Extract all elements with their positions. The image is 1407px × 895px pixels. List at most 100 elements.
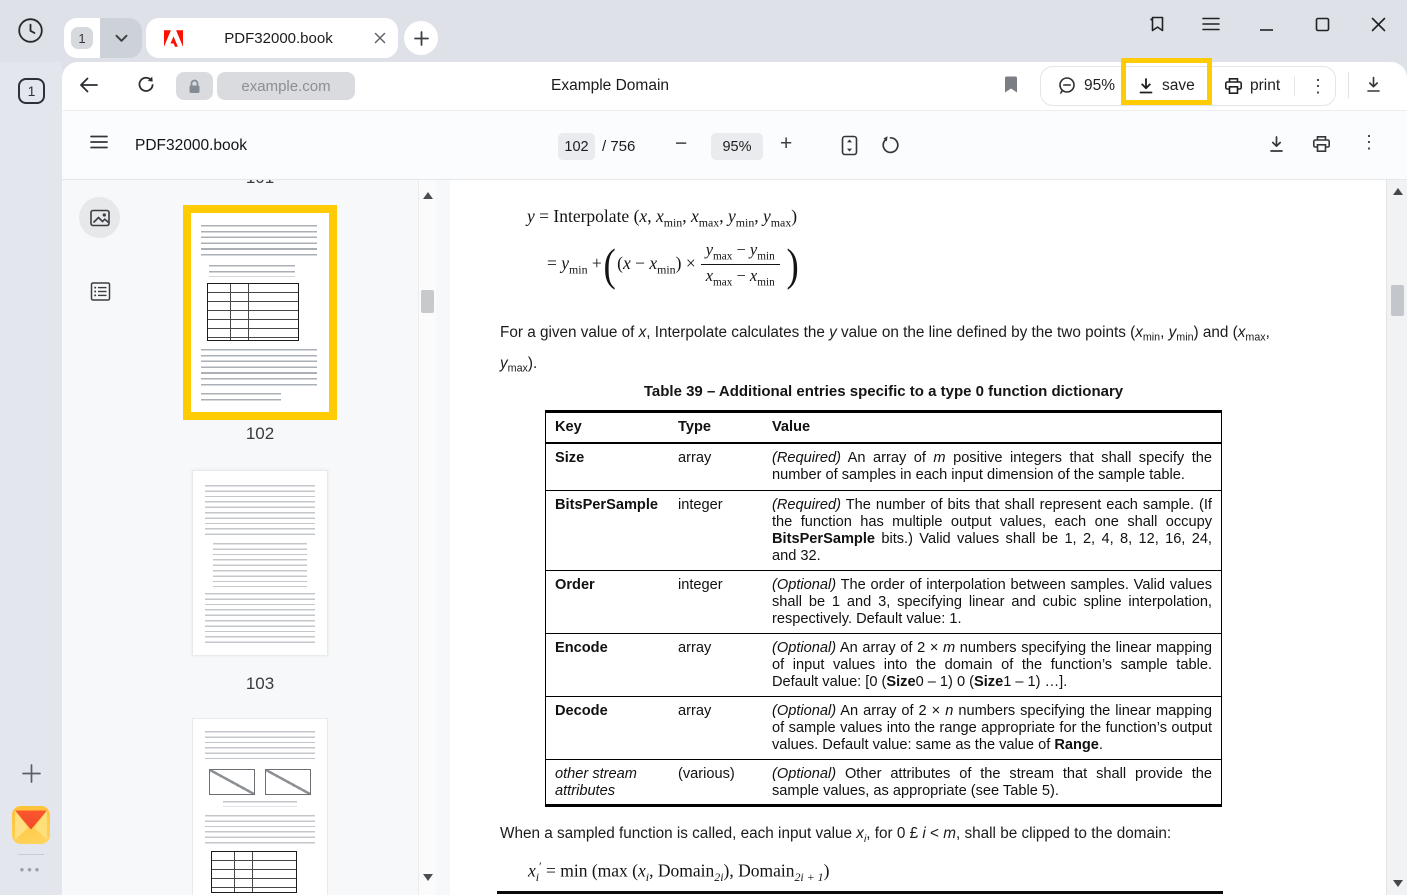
print-button[interactable]: print: [1224, 67, 1280, 105]
cell-key: Order: [546, 571, 669, 633]
main-scrollbar-thumb[interactable]: [1391, 285, 1404, 316]
header-type: Type: [669, 413, 763, 442]
zoom-in-icon[interactable]: +: [780, 133, 792, 154]
cell-value: (Required) The number of bits that shall…: [763, 491, 1221, 570]
back-arrow-icon[interactable]: [78, 75, 99, 95]
thumbnail-page-103[interactable]: [192, 470, 328, 656]
save-button[interactable]: save: [1137, 67, 1195, 105]
pdf-actions-pill: 95% save print ⋮: [1040, 66, 1336, 106]
pdf-menu-icon[interactable]: [90, 135, 108, 149]
thumbnail-diagram: [265, 769, 311, 795]
thumbnail-scrollbar-thumb[interactable]: [421, 290, 434, 313]
page-total: / 756: [602, 111, 635, 181]
rotate-icon[interactable]: [880, 135, 901, 156]
header-value: Value: [763, 413, 1221, 442]
formula-part: (x − xmin) ×: [617, 253, 696, 278]
print-label: print: [1250, 77, 1280, 95]
thumbnail-label-102: 102: [183, 424, 337, 444]
cell-type: integer: [669, 571, 763, 633]
history-clock-icon[interactable]: [17, 17, 44, 49]
pdf-print-icon[interactable]: [1312, 135, 1331, 153]
downloads-icon[interactable]: [1364, 75, 1383, 94]
formula-interpolate: y = Interpolate (x, xmin, xmax, ymin, ym…: [527, 206, 797, 231]
thumbnail-page-102-active[interactable]: [183, 205, 337, 420]
tab-title: PDF32000.book: [183, 30, 374, 47]
clipped-text-fragment: notation:: [500, 180, 558, 184]
tab-pdf32000[interactable]: PDF32000.book: [146, 18, 398, 58]
navbar-divider: [1348, 72, 1349, 98]
main-scrollbar[interactable]: [1386, 180, 1407, 895]
table-header-row: Key Type Value: [546, 413, 1221, 444]
tab-strip: 1 PDF32000.book: [0, 0, 1407, 62]
table-row: Order integer (Optional) The order of in…: [546, 570, 1221, 633]
pdf-toolbar: PDF32000.book 102 / 756 − 95% + ⋮: [62, 110, 1407, 180]
browser-menu-icon[interactable]: [1199, 12, 1223, 36]
pill-separator: [1294, 76, 1295, 96]
table-row: Size array (Required) An array of m posi…: [546, 444, 1221, 490]
pdf-download-icon[interactable]: [1267, 135, 1286, 154]
formula-clip: xi′ = min (max (xi, Domain2i), Domain2i …: [528, 850, 829, 894]
thumbnail-page-104[interactable]: [192, 718, 328, 895]
address-bar: example.com Example Domain 95% save prin…: [62, 62, 1407, 110]
formula-part: = ymin +: [547, 253, 602, 278]
thumbnail-text-lines: [213, 543, 307, 587]
tab-group-count: 1: [64, 18, 100, 58]
reload-icon[interactable]: [136, 75, 156, 95]
table-caption: Table 39 – Additional entries specific t…: [545, 383, 1222, 400]
scroll-down-icon[interactable]: [423, 874, 433, 881]
cell-value: (Optional) An array of 2 × m numbers spe…: [763, 634, 1221, 696]
cell-type: (various): [669, 760, 763, 804]
tab-count-badge[interactable]: 1: [18, 78, 45, 104]
cell-key: Encode: [546, 634, 669, 696]
sidebar-more-icon[interactable]: •••: [0, 862, 62, 877]
yandex-mail-icon[interactable]: [12, 806, 50, 844]
browser-window: 1 PDF32000.book: [0, 0, 1407, 895]
thumbnail-text-lines: [201, 393, 281, 403]
maximize-icon[interactable]: [1310, 12, 1334, 36]
minimize-icon[interactable]: [1254, 12, 1278, 36]
sidebar-divider: [18, 854, 44, 855]
tab-group-control[interactable]: 1: [64, 18, 142, 58]
page-title: Example Domain: [450, 62, 770, 110]
cell-key: other stream attributes: [546, 760, 669, 804]
pdf-page-view: notation: y = Interpolate (x, xmin, xmax…: [450, 180, 1386, 895]
new-tab-button[interactable]: [404, 21, 438, 55]
scroll-up-icon[interactable]: [423, 192, 433, 199]
table-row: Decode array (Optional) An array of 2 × …: [546, 696, 1221, 759]
outline-view-icon[interactable]: [89, 280, 112, 308]
close-icon[interactable]: [1366, 12, 1390, 36]
zoom-out-icon[interactable]: −: [675, 133, 687, 154]
tab-close-icon[interactable]: [374, 32, 386, 44]
pdf-more-icon[interactable]: ⋮: [1309, 67, 1327, 105]
thumbnail-scrollbar[interactable]: [418, 180, 436, 895]
thumbnail-text-lines: [223, 801, 297, 807]
next-block-top-border: [497, 891, 1223, 894]
thumbnail-text-lines: [201, 349, 317, 387]
url-text: example.com: [228, 78, 343, 95]
cell-type: array: [669, 697, 763, 759]
cell-key: Size: [546, 444, 669, 490]
header-key: Key: [546, 413, 669, 442]
thumbnail-label-103: 103: [183, 674, 337, 694]
thumbnails-view-icon[interactable]: [79, 197, 120, 238]
bookmark-icon[interactable]: [1003, 75, 1019, 94]
cell-type: integer: [669, 491, 763, 570]
thumbnail-text-lines: [205, 485, 315, 537]
cell-type: array: [669, 634, 763, 696]
sidebar-add-icon[interactable]: [21, 763, 42, 789]
tab-group-badge: 1: [71, 27, 93, 49]
chevron-down-icon[interactable]: [100, 18, 142, 58]
lock-icon[interactable]: [176, 72, 213, 100]
zoom-indicator[interactable]: 95%: [1057, 67, 1115, 105]
collections-flag-icon[interactable]: [1145, 12, 1169, 36]
pdf-toolbar-more-icon[interactable]: ⋮: [1360, 133, 1378, 151]
scroll-up-icon[interactable]: [1393, 188, 1403, 195]
fit-page-icon[interactable]: [841, 135, 858, 156]
page-number-input[interactable]: 102: [558, 133, 595, 160]
scroll-down-icon[interactable]: [1393, 880, 1403, 887]
pdf-zoom-value: 95%: [711, 133, 763, 160]
thumbnail-text-lines: [209, 265, 295, 277]
table-row: BitsPerSample integer (Required) The num…: [546, 490, 1221, 570]
url-chip[interactable]: example.com: [217, 72, 355, 100]
thumbnail-diagram: [209, 769, 255, 795]
